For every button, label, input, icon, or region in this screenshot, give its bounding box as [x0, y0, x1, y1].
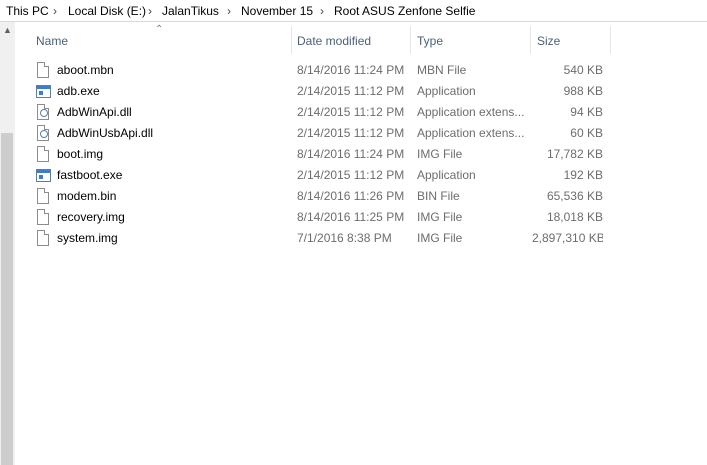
application-icon [36, 83, 51, 99]
chevron-right-icon[interactable]: › [53, 4, 57, 18]
file-date-modified: 2/14/2015 11:12 PM [297, 84, 405, 98]
breadcrumb-item-november-15[interactable]: November 15 [241, 4, 313, 18]
scroll-up-arrow-icon[interactable]: ▲ [0, 22, 15, 39]
file-size: 18,018 KB [546, 210, 603, 224]
file-date-modified: 8/14/2016 11:24 PM [297, 63, 405, 77]
file-name: system.img [57, 231, 118, 245]
file-size: 988 KB [563, 84, 603, 98]
column-header-type-label: Type [417, 34, 444, 48]
file-date-modified: 2/14/2015 11:12 PM [297, 126, 405, 140]
file-row[interactable]: boot.img 8/14/2016 11:24 PM IMG File 17,… [32, 144, 610, 165]
column-header-size[interactable]: Size [531, 25, 610, 58]
column-header-date-label: Date modified [297, 34, 372, 48]
file-type: Application [417, 168, 476, 182]
sort-ascending-icon: ⌃ [155, 24, 164, 35]
file-row[interactable]: system.img 7/1/2016 8:38 PM IMG File 2,8… [32, 228, 610, 249]
file-row[interactable]: adb.exe 2/14/2015 11:12 PM Application 9… [32, 81, 610, 102]
file-name: adb.exe [57, 84, 100, 98]
file-date-modified: 8/14/2016 11:26 PM [297, 189, 405, 203]
file-name: AdbWinUsbApi.dll [57, 126, 154, 140]
file-type: IMG File [417, 231, 463, 245]
file-type: Application extens... [417, 126, 525, 140]
breadcrumb-item-this-pc[interactable]: This PC [6, 4, 49, 18]
file-row[interactable]: fastboot.exe 2/14/2015 11:12 PM Applicat… [32, 165, 610, 186]
column-header-type[interactable]: Type [411, 25, 530, 58]
chevron-right-icon[interactable]: › [227, 4, 231, 18]
file-name: AdbWinApi.dll [57, 105, 132, 119]
file-type: IMG File [417, 210, 463, 224]
file-size: 17,782 KB [546, 147, 603, 161]
application-icon [36, 167, 51, 183]
breadcrumb-item-local-disk[interactable]: Local Disk (E:) [68, 4, 146, 18]
column-header-date-modified[interactable]: Date modified [291, 25, 410, 58]
file-icon [37, 62, 49, 78]
dll-icon [37, 125, 49, 141]
file-date-modified: 8/14/2016 11:25 PM [297, 210, 405, 224]
file-size: 94 KB [570, 105, 603, 119]
file-name: aboot.mbn [57, 63, 114, 77]
file-size: 192 KB [563, 168, 603, 182]
file-row[interactable]: recovery.img 8/14/2016 11:25 PM IMG File… [32, 207, 610, 228]
file-icon [37, 230, 49, 246]
breadcrumb-item-current-folder[interactable]: Root ASUS Zenfone Selfie [334, 4, 475, 18]
file-name: fastboot.exe [57, 168, 123, 182]
breadcrumb: This PC › Local Disk (E:) › JalanTikus ›… [0, 0, 707, 22]
file-size: 65,536 KB [546, 189, 603, 203]
file-name: modem.bin [57, 189, 117, 203]
file-size: 540 KB [563, 63, 603, 77]
file-row[interactable]: aboot.mbn 8/14/2016 11:24 PM MBN File 54… [32, 60, 610, 81]
file-type: Application extens... [417, 105, 525, 119]
file-name: boot.img [57, 147, 104, 161]
file-type: MBN File [417, 63, 467, 77]
file-type: BIN File [417, 189, 460, 203]
chevron-right-icon[interactable]: › [320, 4, 324, 18]
column-header-name-label: Name [36, 34, 69, 48]
file-icon [37, 209, 49, 225]
navigation-pane-scrollbar[interactable]: ▲ [0, 22, 15, 465]
file-type: IMG File [417, 147, 463, 161]
column-divider[interactable] [610, 26, 611, 54]
file-icon [37, 188, 49, 204]
file-date-modified: 7/1/2016 8:38 PM [297, 231, 392, 245]
file-date-modified: 2/14/2015 11:12 PM [297, 168, 405, 182]
file-size: 2,897,310 KB [532, 231, 603, 245]
file-row[interactable]: AdbWinUsbApi.dll 2/14/2015 11:12 PM Appl… [32, 123, 610, 144]
file-name: recovery.img [57, 210, 125, 224]
chevron-right-icon[interactable]: › [148, 4, 152, 18]
file-row[interactable]: modem.bin 8/14/2016 11:26 PM BIN File 65… [32, 186, 610, 207]
file-size: 60 KB [570, 126, 603, 140]
file-row[interactable]: AdbWinApi.dll 2/14/2015 11:12 PM Applica… [32, 102, 610, 123]
file-date-modified: 8/14/2016 11:24 PM [297, 147, 405, 161]
scrollbar-thumb[interactable] [1, 133, 13, 465]
column-header-size-label: Size [537, 34, 561, 48]
file-icon [37, 146, 49, 162]
file-date-modified: 2/14/2015 11:12 PM [297, 105, 405, 119]
file-type: Application [417, 84, 476, 98]
dll-icon [37, 104, 49, 120]
breadcrumb-item-jalantikus[interactable]: JalanTikus [162, 4, 219, 18]
